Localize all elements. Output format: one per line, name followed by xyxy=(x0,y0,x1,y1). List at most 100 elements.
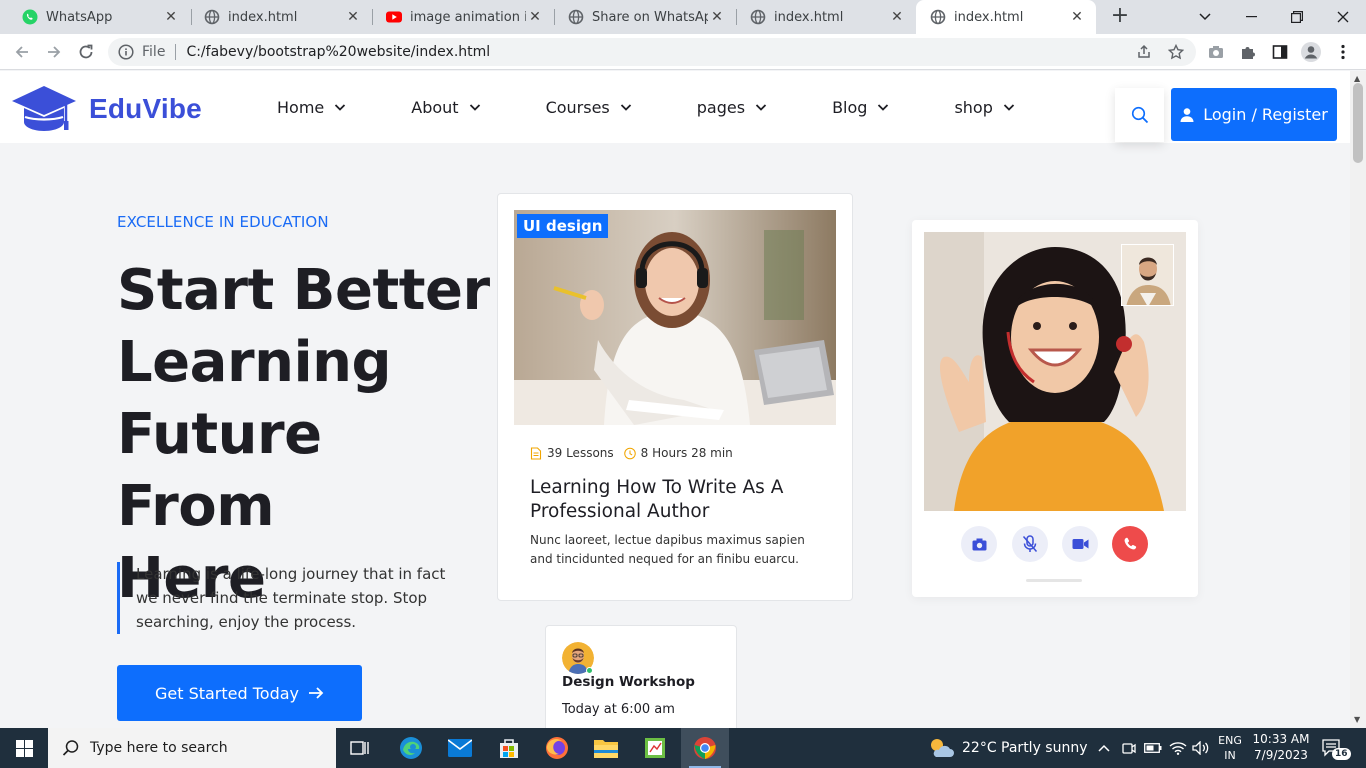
course-card[interactable]: UI design 39 Lessons 8 Hours 28 min Lear… xyxy=(497,193,853,601)
close-tab-icon[interactable]: ✕ xyxy=(162,8,180,26)
taskbar-app-edge[interactable] xyxy=(387,728,435,768)
input-language-indicator[interactable]: ENG IN xyxy=(1216,733,1244,763)
menu-item-courses[interactable]: Courses xyxy=(546,98,632,117)
wifi-icon[interactable] xyxy=(1169,728,1187,768)
address-bar[interactable]: File C:/fabevy/bootstrap%20website/index… xyxy=(108,38,1196,66)
tab-whatsapp[interactable]: WhatsApp ✕ xyxy=(8,0,190,34)
hero-title-line: Learning xyxy=(117,330,392,395)
video-button[interactable] xyxy=(1062,526,1098,562)
login-register-button[interactable]: Login / Register xyxy=(1171,88,1337,141)
url-text[interactable]: C:/fabevy/bootstrap%20website/index.html xyxy=(186,44,490,60)
user-icon xyxy=(1180,107,1194,122)
browser-menu-icon[interactable] xyxy=(1333,42,1353,62)
workshop-card[interactable]: Design Workshop Today at 6:00 am xyxy=(545,625,737,728)
new-tab-button[interactable]: + xyxy=(1108,5,1132,29)
spreadsheet-icon xyxy=(645,738,665,758)
course-photo: UI design xyxy=(514,210,836,425)
taskbar-app-spreadsheet[interactable] xyxy=(631,728,679,768)
workshop-title: Design Workshop xyxy=(562,674,695,690)
store-icon xyxy=(500,739,518,758)
arrow-left-icon xyxy=(15,46,28,58)
profile-avatar-icon[interactable] xyxy=(1301,42,1321,62)
menu-item-shop[interactable]: shop xyxy=(954,98,1014,117)
close-tab-icon[interactable]: ✕ xyxy=(526,8,544,26)
menu-item-pages[interactable]: pages xyxy=(697,98,767,117)
share-icon[interactable] xyxy=(1132,38,1156,66)
graduation-cap-icon xyxy=(12,86,76,131)
tab-index-active[interactable]: index.html ✕ xyxy=(916,0,1096,34)
close-tab-icon[interactable]: ✕ xyxy=(888,8,906,26)
close-tab-icon[interactable]: ✕ xyxy=(708,8,726,26)
site-search-button[interactable] xyxy=(1115,88,1164,142)
menu-item-about[interactable]: About xyxy=(411,98,480,117)
windows-logo-icon xyxy=(15,739,33,757)
extensions-puzzle-icon[interactable] xyxy=(1238,42,1258,62)
battery-icon[interactable] xyxy=(1144,728,1162,768)
chevron-up-icon xyxy=(1098,744,1110,752)
site-header: EduVibe Home About Courses pages Blog sh… xyxy=(0,71,1350,143)
volume-icon[interactable] xyxy=(1192,728,1210,768)
taskbar-app-mail[interactable] xyxy=(436,728,484,768)
camera-icon[interactable] xyxy=(1206,42,1226,62)
notification-count-badge: 16 xyxy=(1332,748,1351,760)
course-duration: 8 Hours 28 min xyxy=(640,446,733,460)
back-button[interactable] xyxy=(10,40,34,64)
self-view-thumbnail[interactable] xyxy=(1121,244,1174,306)
main-menu: Home About Courses pages Blog shop xyxy=(277,71,1015,143)
scroll-down-arrow-icon[interactable]: ▼ xyxy=(1354,715,1360,724)
side-panel-icon[interactable] xyxy=(1270,42,1290,62)
reload-button[interactable] xyxy=(74,40,98,64)
tab-search-button[interactable] xyxy=(1182,0,1228,34)
page-scrollbar[interactable]: ▲ ▼ xyxy=(1350,71,1366,728)
course-tag[interactable]: UI design xyxy=(517,214,609,238)
taskbar-app-file-explorer[interactable] xyxy=(582,728,630,768)
mail-icon xyxy=(448,739,472,757)
get-started-button[interactable]: Get Started Today xyxy=(117,665,362,721)
task-view-button[interactable] xyxy=(336,728,384,768)
close-window-button[interactable] xyxy=(1320,0,1366,34)
taskbar-app-chrome[interactable] xyxy=(681,728,729,768)
show-hidden-icons-button[interactable] xyxy=(1098,728,1110,768)
tab-title: index.html xyxy=(774,9,844,25)
info-icon[interactable] xyxy=(118,44,134,60)
scroll-up-arrow-icon[interactable]: ▲ xyxy=(1354,74,1360,83)
menu-item-home[interactable]: Home xyxy=(277,98,346,117)
bookmark-star-icon[interactable] xyxy=(1164,38,1188,66)
close-tab-icon[interactable]: ✕ xyxy=(344,8,362,26)
site-logo[interactable]: EduVibe xyxy=(11,84,202,134)
taskbar-search-box[interactable]: Type here to search xyxy=(48,728,336,768)
document-icon xyxy=(530,446,542,460)
system-clock[interactable]: 10:33 AM 7/9/2023 xyxy=(1248,731,1314,763)
menu-item-blog[interactable]: Blog xyxy=(832,98,889,117)
tab-share-whatsapp[interactable]: Share on WhatsApp ✕ xyxy=(554,0,736,34)
browser-tab-strip: WhatsApp ✕ index.html ✕ image animation … xyxy=(0,0,1366,34)
close-tab-icon[interactable]: ✕ xyxy=(1068,8,1086,26)
minimize-button[interactable] xyxy=(1228,0,1274,34)
chevron-down-icon xyxy=(878,104,889,111)
meet-now-icon[interactable] xyxy=(1121,728,1137,768)
arrow-right-icon xyxy=(48,46,61,58)
close-icon xyxy=(1337,11,1349,23)
tab-image-animation[interactable]: image animation in html ✕ xyxy=(372,0,554,34)
camera-button[interactable] xyxy=(961,526,997,562)
course-title[interactable]: Learning How To Write As A Professional … xyxy=(530,476,820,524)
taskbar-app-firefox[interactable] xyxy=(533,728,581,768)
mute-button[interactable] xyxy=(1012,526,1048,562)
weather-text: 22°C Partly sunny xyxy=(962,740,1088,756)
start-button[interactable] xyxy=(0,728,48,768)
restore-button[interactable] xyxy=(1274,0,1320,34)
video-call-card xyxy=(912,220,1198,597)
card-handle xyxy=(1026,579,1082,582)
tab-index-1[interactable]: index.html ✕ xyxy=(190,0,372,34)
minimize-icon xyxy=(1245,16,1257,18)
weather-widget[interactable]: 22°C Partly sunny xyxy=(928,728,1088,768)
forward-button[interactable] xyxy=(42,40,66,64)
notification-center-button[interactable]: 16 xyxy=(1322,728,1351,768)
chevron-down-icon xyxy=(469,104,480,111)
tab-index-2[interactable]: index.html ✕ xyxy=(736,0,916,34)
end-call-button[interactable] xyxy=(1112,526,1148,562)
taskbar-app-store[interactable] xyxy=(485,728,533,768)
scrollbar-thumb[interactable] xyxy=(1353,83,1363,163)
search-icon xyxy=(62,740,79,756)
chevron-down-icon xyxy=(335,104,346,111)
